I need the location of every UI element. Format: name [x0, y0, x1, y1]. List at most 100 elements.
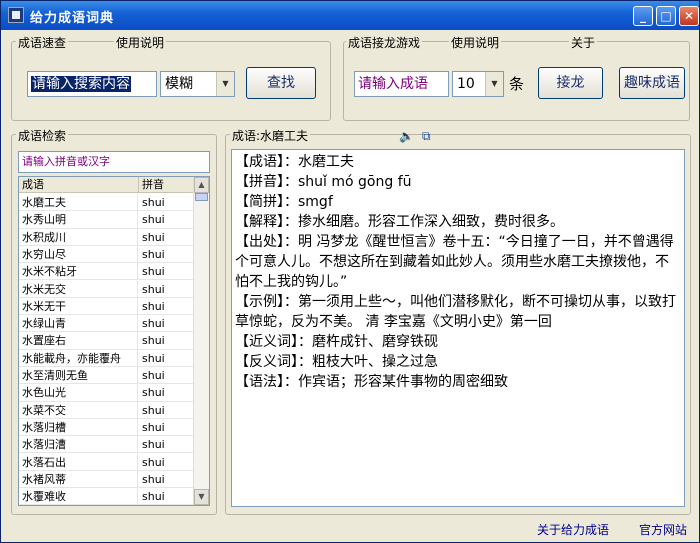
list-item-pinyin: shui [142, 351, 165, 365]
list-item[interactable]: 水落归漕 shui [19, 436, 194, 454]
list-item[interactable]: 水至清则无鱼 shui [19, 367, 194, 385]
scroll-thumb[interactable] [195, 193, 208, 201]
quick-search-label: 成语速查 [16, 34, 69, 51]
col-header-idiom[interactable]: 成语 [19, 177, 139, 193]
list-item-pinyin: shui [142, 438, 165, 452]
title-bar[interactable]: 给力成语词典 _ □ ✕ [1, 1, 699, 30]
detail-label: 成语:水磨工夫 [230, 127, 311, 144]
list-item-pinyin: shui [142, 386, 165, 400]
list-scrollbar[interactable]: ▲ ▼ [193, 177, 209, 505]
list-item-idiom: 水秀山明 [22, 211, 138, 229]
detail-entry: 【成语】：水磨工夫 [235, 154, 354, 170]
list-item-idiom: 水色山光 [22, 384, 138, 402]
list-item-pinyin: shui [142, 420, 165, 434]
window-title: 给力成语词典 [30, 11, 115, 26]
search-button[interactable]: 查找 [246, 67, 316, 99]
detail-entry: 【近义词】：磨杵成针、磨穿铁砚 [235, 334, 438, 350]
scroll-up-icon[interactable]: ▲ [194, 177, 209, 193]
list-item-pinyin: shui [142, 282, 165, 296]
list-item-idiom: 水落归槽 [22, 418, 138, 436]
list-item-pinyin: shui [142, 247, 165, 261]
detail-entry: 【简拼】：smgf [235, 194, 333, 210]
detail-entry: 【解释】：掺水细磨。形容工作深入细致，费时很多。 [235, 214, 564, 230]
list-item-pinyin: shui [142, 369, 165, 382]
list-item[interactable]: 水磨工夫 shui [19, 194, 194, 212]
list-item-pinyin: shui [142, 265, 165, 279]
list-item-idiom: 水落归漕 [22, 436, 138, 454]
list-item[interactable]: 水落归槽 shui [19, 418, 194, 437]
maximize-button[interactable]: □ [656, 6, 676, 26]
list-item-idiom: 水置座右 [22, 332, 138, 350]
fun-idiom-button[interactable]: 趣味成语 [619, 67, 685, 99]
scroll-down-icon[interactable]: ▼ [194, 489, 209, 505]
close-button[interactable]: ✕ [679, 6, 699, 26]
chain-input[interactable]: 请输入成语 [354, 71, 449, 97]
list-item[interactable]: 水穷山尽 shui [19, 245, 194, 264]
official-site-link[interactable]: 官方网站 [639, 521, 687, 538]
search-input[interactable]: 请输入搜索内容 [27, 71, 157, 97]
minimize-button[interactable]: _ [633, 6, 653, 26]
list-item-idiom: 水穷山尽 [22, 245, 138, 263]
list-item-pinyin: shui [142, 490, 165, 504]
detail-entry: 【拼音】：shuǐ mó gōng fū [235, 174, 412, 190]
list-item-idiom: 水绿山青 [22, 315, 138, 333]
list-item[interactable]: 水米无干 shui [19, 297, 194, 316]
chain-game-label: 成语接龙游戏 [346, 34, 423, 51]
match-mode-select[interactable]: 模糊 ▼ [160, 71, 235, 97]
search-input-text: 请输入搜索内容 [31, 76, 131, 92]
quick-search-help-link[interactable]: 使用说明 [114, 34, 167, 51]
list-item-idiom: 水至清则无鱼 [22, 367, 138, 384]
detail-entry: 【反义词】：粗枝大叶、操之过急 [235, 354, 438, 370]
app-icon [8, 7, 24, 23]
chevron-down-icon: ▼ [485, 72, 503, 96]
list-item-idiom: 水积成川 [22, 228, 138, 246]
speaker-icon[interactable]: 🔈 [399, 129, 414, 143]
main-window: 给力成语词典 _ □ ✕ 成语速查 使用说明 请输入搜索内容 模糊 ▼ 查找 成… [0, 0, 700, 543]
list-item[interactable]: 水米不粘牙 shui [19, 263, 194, 281]
chain-game-help-link[interactable]: 使用说明 [449, 34, 502, 51]
list-item[interactable]: 水置座右 shui [19, 332, 194, 350]
count-value: 10 [457, 76, 475, 92]
idiom-detail-text[interactable]: 【成语】：水磨工夫【拼音】：shuǐ mó gōng fū 【简拼】：smgf 【解… [231, 149, 685, 507]
list-item-idiom: 水落石出 [22, 453, 138, 471]
list-item[interactable]: 水菜不交 shui [19, 401, 194, 419]
list-item-pinyin: shui [142, 230, 165, 244]
chain-game-about-link[interactable]: 关于 [569, 34, 598, 51]
list-item[interactable]: 水米无交 shui [19, 280, 194, 298]
list-item-pinyin: shui [142, 317, 165, 331]
about-link[interactable]: 关于给力成语 [537, 521, 609, 538]
list-item-idiom: 水能載舟，亦能覆舟 [22, 349, 138, 367]
list-item-idiom: 水磨工夫 [22, 194, 138, 211]
list-item-idiom: 水米无干 [22, 297, 138, 315]
list-item-pinyin: shui [142, 213, 165, 227]
list-item[interactable]: 水秀山明 shui [19, 211, 194, 229]
list-item-pinyin: shui [142, 334, 165, 348]
list-item-pinyin: shui [142, 472, 165, 486]
list-item-idiom: 水覆难收 [22, 488, 138, 505]
idiom-list[interactable]: 成语 拼音 水磨工夫 shui 水秀山明 shui 水积成川 shui 水穷山尽 shui 水米… [18, 176, 210, 506]
list-item-idiom: 水褚风蒂 [22, 470, 138, 488]
list-item-pinyin: shui [142, 403, 165, 417]
detail-entry: 【出处】：明 冯梦龙《醒世恒言》卷十五：“今日撞了一日，并不曾遇得个可意人儿。不… [235, 234, 674, 290]
list-item-pinyin: shui [142, 455, 165, 469]
list-item[interactable]: 水绿山青 shui [19, 315, 194, 333]
list-item[interactable]: 水覆难收 shui [19, 488, 194, 505]
list-item-pinyin: shui [142, 299, 165, 313]
idiom-filter-input[interactable]: 请输入拼音或汉字 [18, 151, 210, 173]
detail-entry: 【语法】：作宾语；形容某件事物的周密细致 [235, 374, 508, 390]
list-item[interactable]: 水褚风蒂 shui [19, 470, 194, 489]
detail-entry: 【示例】：第一须用上些～，叫他们潜移默化，断不可操切从事，以致打草惊蛇，反为不美… [235, 294, 676, 330]
copy-icon[interactable]: ⧉ [422, 129, 436, 143]
count-unit: 条 [509, 75, 525, 93]
idiom-search-label: 成语检索 [16, 127, 69, 144]
list-item-idiom: 水米不粘牙 [22, 263, 138, 281]
list-item-idiom: 水菜不交 [22, 401, 138, 419]
count-select[interactable]: 10 ▼ [452, 71, 504, 97]
list-item[interactable]: 水积成川 shui [19, 228, 194, 246]
col-header-pinyin[interactable]: 拼音 [139, 177, 194, 193]
list-item[interactable]: 水落石出 shui [19, 453, 194, 471]
list-item[interactable]: 水能載舟，亦能覆舟 shui [19, 349, 194, 367]
detail-entries: 【成语】：水磨工夫【拼音】：shuǐ mó gōng fū 【简拼】：smgf 【解… [235, 152, 681, 392]
list-item[interactable]: 水色山光 shui [19, 384, 194, 402]
chain-button[interactable]: 接龙 [538, 67, 603, 99]
